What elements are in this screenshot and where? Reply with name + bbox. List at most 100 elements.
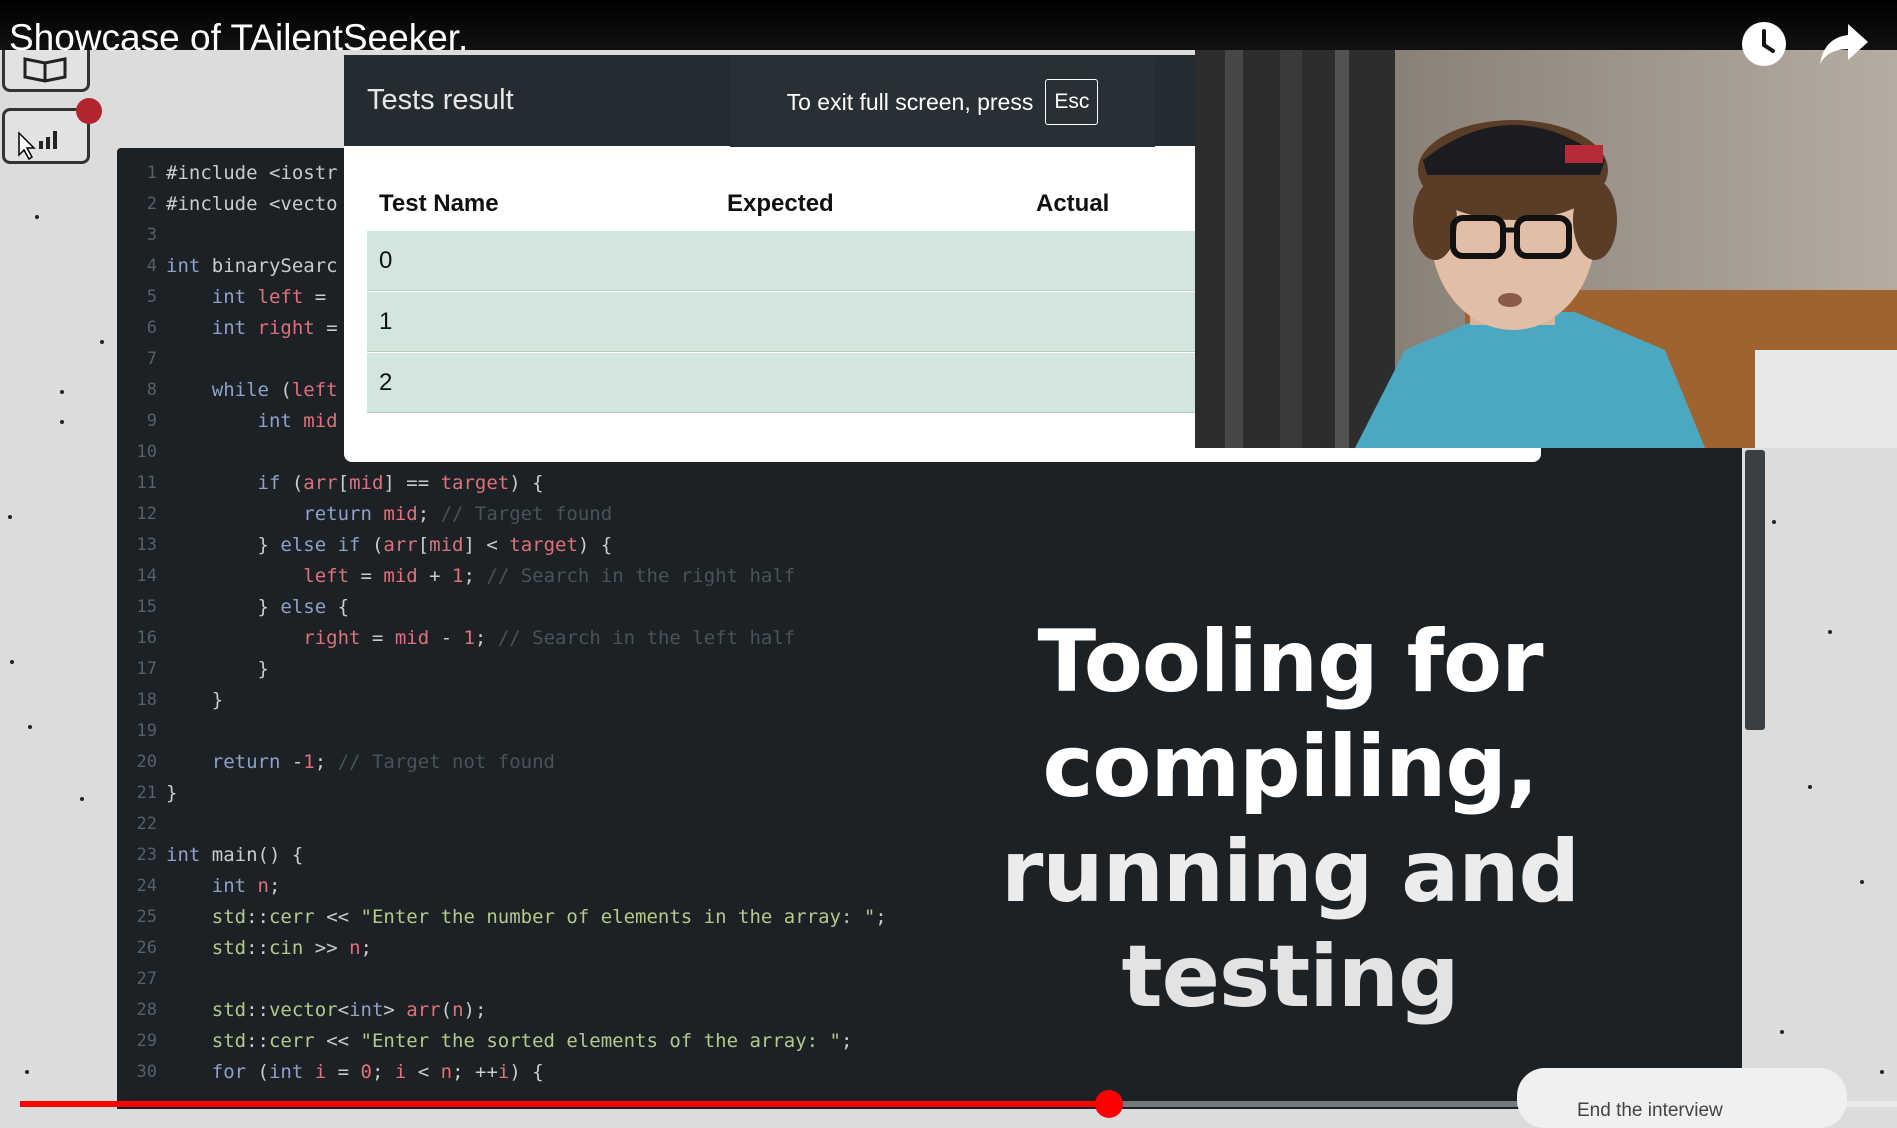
column-header-expected: Expected — [727, 190, 834, 217]
code-text: for (int i = 0; i < n; ++i) { — [211, 1061, 544, 1083]
test-name-cell: 1 — [379, 308, 393, 335]
video-title[interactable]: Showcase of TAilentSeeker. — [9, 17, 468, 59]
line-number: 16 — [136, 628, 157, 648]
line-number: 8 — [146, 380, 157, 400]
line-number: 13 — [136, 535, 157, 555]
overlay-caption: Tooling for compiling, running and testi… — [960, 610, 1620, 1030]
share-icon[interactable] — [1818, 20, 1868, 68]
end-interview-label: End the interview — [1577, 1100, 1723, 1121]
code-text: } — [166, 658, 269, 680]
code-text: int n; — [211, 875, 281, 897]
clock-icon[interactable] — [1740, 20, 1788, 68]
background-dot — [100, 340, 104, 344]
line-number: 2 — [146, 194, 157, 214]
test-name-cell: 0 — [379, 247, 393, 274]
code-text: return mid; // Target found — [303, 503, 613, 525]
code-text: } else { — [166, 596, 350, 618]
editor-scrollbar[interactable] — [1745, 450, 1765, 730]
code-text: return -1; // Target not found — [211, 751, 555, 773]
code-text: std::vector<int> arr(n); — [211, 999, 487, 1021]
progress-scrubber[interactable] — [1095, 1090, 1123, 1118]
progress-fill — [20, 1101, 1109, 1107]
line-number: 3 — [146, 225, 157, 245]
line-number: 17 — [136, 659, 157, 679]
background-dot — [1780, 1030, 1784, 1034]
line-number: 6 — [146, 318, 157, 338]
background-dot — [10, 660, 14, 664]
background-dot — [25, 1070, 29, 1074]
bar-chart-icon — [18, 131, 57, 161]
code-text: } else if (arr[mid] < target) { — [166, 534, 613, 556]
line-number: 30 — [136, 1062, 157, 1082]
line-number: 7 — [146, 349, 157, 369]
caption-line: Tooling for — [1037, 612, 1544, 712]
code-line[interactable]: 12 return mid; // Target found — [117, 499, 1117, 530]
line-number: 28 — [136, 1000, 157, 1020]
line-number: 29 — [136, 1031, 157, 1051]
line-number: 11 — [136, 473, 157, 493]
line-number: 12 — [136, 504, 157, 524]
code-text: } — [166, 689, 224, 711]
code-text: left = mid + 1; // Search in the right h… — [303, 565, 796, 587]
code-text: } — [166, 782, 178, 804]
line-number: 24 — [136, 876, 157, 896]
line-number: 27 — [136, 969, 157, 989]
line-number: 25 — [136, 907, 157, 927]
code-line[interactable]: 30 for (int i = 0; i < n; ++i) { — [117, 1057, 1117, 1088]
line-number: 19 — [136, 721, 157, 741]
background-dot — [60, 420, 64, 424]
background-dot — [35, 215, 39, 219]
fullscreen-exit-toast: To exit full screen, press Esc — [730, 57, 1155, 147]
line-number: 26 — [136, 938, 157, 958]
background-dot — [1772, 520, 1776, 524]
code-text: int left = — [211, 286, 338, 308]
background-dot — [80, 797, 84, 801]
code-text: #include <iostr — [166, 162, 338, 184]
line-number: 5 — [146, 287, 157, 307]
test-name-cell: 2 — [379, 369, 393, 396]
line-number: 1 — [146, 163, 157, 183]
caption-line: compiling, — [1042, 717, 1538, 817]
code-text: std::cerr << "Enter the number of elemen… — [211, 906, 887, 928]
code-text: right = mid - 1; // Search in the left h… — [303, 627, 796, 649]
toast-text: To exit full screen, press — [786, 88, 1034, 115]
line-number: 21 — [136, 783, 157, 803]
line-number: 20 — [136, 752, 157, 772]
line-number: 18 — [136, 690, 157, 710]
background-dot — [1860, 880, 1864, 884]
line-number: 15 — [136, 597, 157, 617]
background-dot — [60, 390, 64, 394]
esc-key-badge: Esc — [1045, 79, 1099, 125]
line-number: 9 — [146, 411, 157, 431]
line-number: 14 — [136, 566, 157, 586]
webcam-person-image — [1195, 50, 1897, 448]
background-dot — [8, 515, 12, 519]
column-header-test-name: Test Name — [379, 190, 499, 217]
code-line[interactable]: 13 } else if (arr[mid] < target) { — [117, 530, 1117, 561]
end-interview-button[interactable]: End the interview — [1517, 1068, 1847, 1128]
recording-indicator — [76, 98, 102, 124]
background-dot — [28, 725, 32, 729]
code-text: int binarySearc — [166, 255, 338, 277]
caption-line: testing — [1121, 927, 1460, 1027]
code-text: if (arr[mid] == target) { — [257, 472, 544, 494]
code-line[interactable]: 14 left = mid + 1; // Search in the righ… — [117, 561, 1117, 592]
line-number: 22 — [136, 814, 157, 834]
caption-line: running and — [1000, 822, 1580, 922]
column-header-actual: Actual — [1036, 190, 1110, 217]
modal-title: Tests result — [367, 84, 514, 116]
code-line[interactable]: 29 std::cerr << "Enter the sorted elemen… — [117, 1026, 1117, 1057]
code-line[interactable]: 11 if (arr[mid] == target) { — [117, 468, 1117, 499]
code-text: int mid — [257, 410, 338, 432]
line-number: 23 — [136, 845, 157, 865]
webcam-feed — [1195, 50, 1897, 448]
code-text: while (left — [211, 379, 338, 401]
code-text: int right = — [211, 317, 350, 339]
line-number: 4 — [146, 256, 157, 276]
code-text: std::cerr << "Enter the sorted elements … — [211, 1030, 853, 1052]
code-text: #include <vecto — [166, 193, 338, 215]
background-dot — [1828, 630, 1832, 634]
code-text: int main() { — [166, 844, 304, 866]
code-text: std::cin >> n; — [211, 937, 372, 959]
background-dot — [1880, 1070, 1884, 1074]
